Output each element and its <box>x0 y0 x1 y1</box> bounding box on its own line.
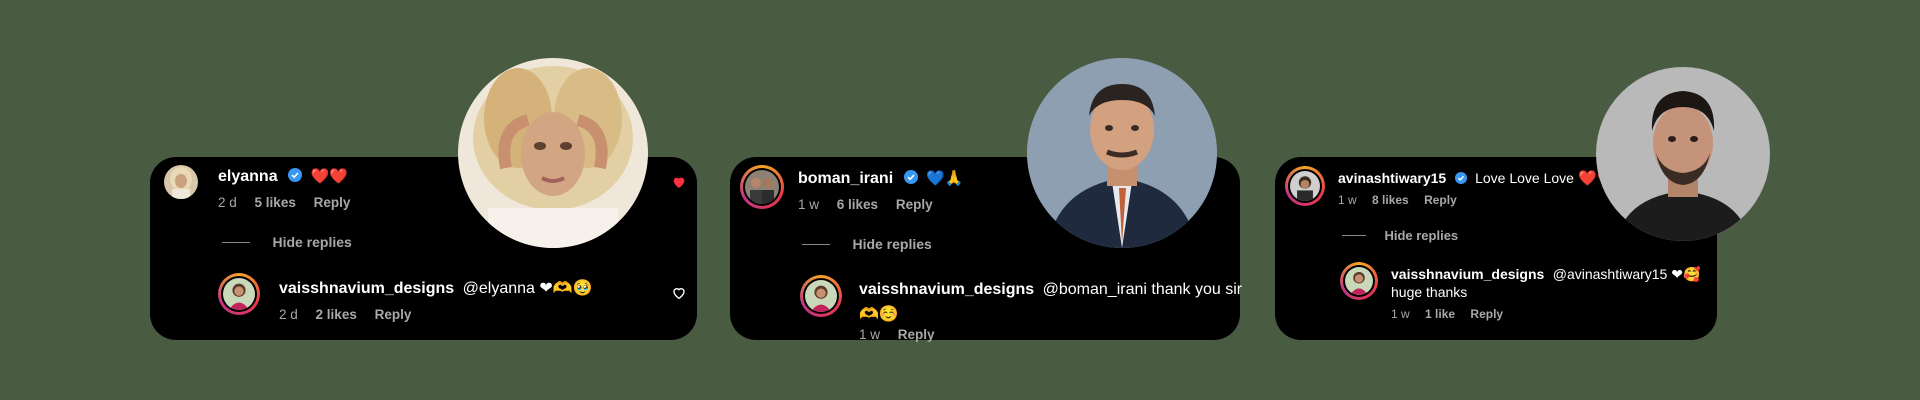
comment-emojis: ❤️❤️ <box>310 168 348 185</box>
comment-meta: 2 d 5 likes Reply <box>218 195 350 210</box>
reply-text-2: huge thanks <box>1391 284 1468 300</box>
hide-replies-label: Hide replies <box>852 236 932 252</box>
reply-meta: 2 d 2 likes Reply <box>279 307 411 322</box>
verified-badge-icon <box>903 170 918 184</box>
reply-likes[interactable]: 2 likes <box>316 307 357 322</box>
comment-meta: 1 w 8 likes Reply <box>1338 193 1457 207</box>
hide-replies-toggle[interactable]: Hide replies <box>1342 227 1458 245</box>
avatar-vaisshnavium-image <box>223 278 255 310</box>
reply-text: @avinashtiwary15 ❤🥰 <box>1552 266 1701 282</box>
reply-text: @boman_irani thank you sir <box>1042 281 1243 298</box>
comment-time: 1 w <box>798 197 820 212</box>
reply-line: vaisshnavium_designs @avinashtiwary15 ❤🥰 <box>1391 266 1700 284</box>
avatar-avinashtiwary15-image <box>1290 171 1320 201</box>
reply-meta: 1 w 1 like Reply <box>1391 307 1503 321</box>
comment-reply-button[interactable]: Reply <box>1424 193 1457 207</box>
reply-username[interactable]: vaisshnavium_designs <box>1391 266 1544 282</box>
reply-meta: 1 w Reply <box>859 327 935 342</box>
comments-showcase: elyanna ❤️❤️ 2 d 5 likes Reply Hide repl… <box>0 0 1920 400</box>
verified-badge-icon <box>288 168 303 182</box>
comment-reply-button[interactable]: Reply <box>896 197 933 212</box>
like-heart-outline-icon[interactable] <box>671 285 687 301</box>
comment-reply-button[interactable]: Reply <box>314 195 351 210</box>
reply-likes[interactable]: 1 like <box>1425 307 1455 321</box>
reply-line-2: 🫶☺️ <box>859 304 899 324</box>
divider-line <box>1342 235 1366 237</box>
comment-text: Love Love Love <box>1475 170 1574 186</box>
comment-username[interactable]: avinashtiwary15 <box>1338 170 1446 186</box>
comment-time: 2 d <box>218 195 237 210</box>
avatar-boman-irani[interactable] <box>740 165 784 209</box>
avatar-vaisshnavium[interactable] <box>218 273 260 315</box>
comment-username[interactable]: boman_irani <box>798 170 893 187</box>
profile-photo-boman-irani <box>1027 58 1217 248</box>
hide-replies-label: Hide replies <box>272 234 352 250</box>
profile-photo-avinashtiwary15 <box>1596 67 1770 241</box>
reply-text: @elyanna ❤🫶🥹 <box>462 280 593 297</box>
avatar-vaisshnavium-image <box>805 280 837 312</box>
verified-badge-icon <box>1454 172 1467 184</box>
comment-likes[interactable]: 6 likes <box>837 197 878 212</box>
comment-username[interactable]: elyanna <box>218 168 278 185</box>
reply-time: 2 d <box>279 307 298 322</box>
reply-time: 1 w <box>859 327 881 342</box>
hide-replies-toggle[interactable]: Hide replies <box>222 234 352 252</box>
reply-reply-button[interactable]: Reply <box>375 307 412 322</box>
avatar-avinashtiwary15[interactable] <box>1285 166 1325 206</box>
divider-line <box>222 242 250 244</box>
comment-line: avinashtiwary15 Love Love Love ❤️❤️ <box>1338 169 1616 188</box>
avatar-vaisshnavium[interactable] <box>1340 262 1378 300</box>
avatar-elyanna-image <box>164 165 198 199</box>
reply-text-2: 🫶☺️ <box>859 306 899 323</box>
reply-reply-button[interactable]: Reply <box>898 327 935 342</box>
profile-photo-elyanna <box>458 58 648 248</box>
comment-line: elyanna ❤️❤️ <box>218 167 348 186</box>
avatar-elyanna[interactable] <box>164 165 198 199</box>
comment-time: 1 w <box>1338 193 1357 207</box>
comment-likes[interactable]: 8 likes <box>1372 193 1409 207</box>
reply-line: vaisshnavium_designs @elyanna ❤🫶🥹 <box>279 278 593 298</box>
comment-emojis: 💙🙏 <box>926 170 964 187</box>
reply-username[interactable]: vaisshnavium_designs <box>859 281 1034 298</box>
avatar-vaisshnavium[interactable] <box>800 275 842 317</box>
divider-line <box>802 244 830 246</box>
reply-username[interactable]: vaisshnavium_designs <box>279 280 454 297</box>
reply-line-2: huge thanks <box>1391 284 1467 302</box>
like-heart-filled-icon[interactable] <box>671 174 687 190</box>
reply-line: vaisshnavium_designs @boman_irani thank … <box>859 281 1242 299</box>
avatar-boman-irani-image <box>745 170 779 204</box>
avatar-vaisshnavium-image <box>1345 267 1373 295</box>
hide-replies-label: Hide replies <box>1384 228 1459 243</box>
comment-line: boman_irani 💙🙏 <box>798 169 963 188</box>
hide-replies-toggle[interactable]: Hide replies <box>802 236 932 254</box>
reply-time: 1 w <box>1391 307 1410 321</box>
reply-reply-button[interactable]: Reply <box>1470 307 1503 321</box>
comment-likes[interactable]: 5 likes <box>255 195 296 210</box>
comment-meta: 1 w 6 likes Reply <box>798 197 933 212</box>
